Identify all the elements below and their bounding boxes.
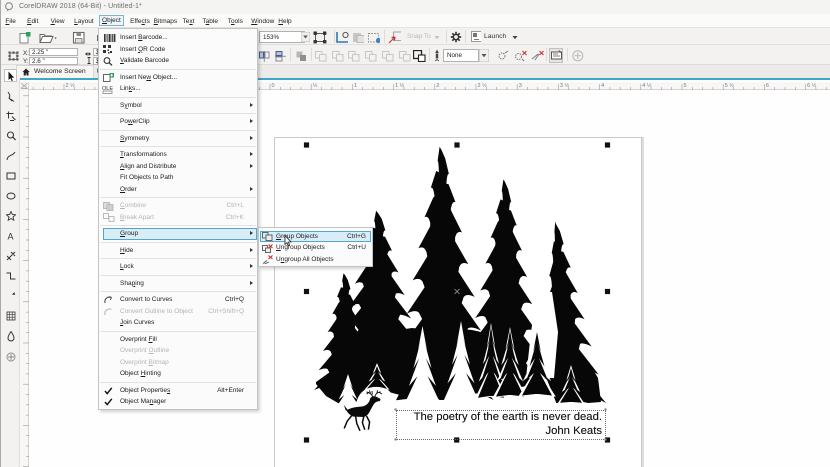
svg-text:A: A [7, 232, 13, 242]
